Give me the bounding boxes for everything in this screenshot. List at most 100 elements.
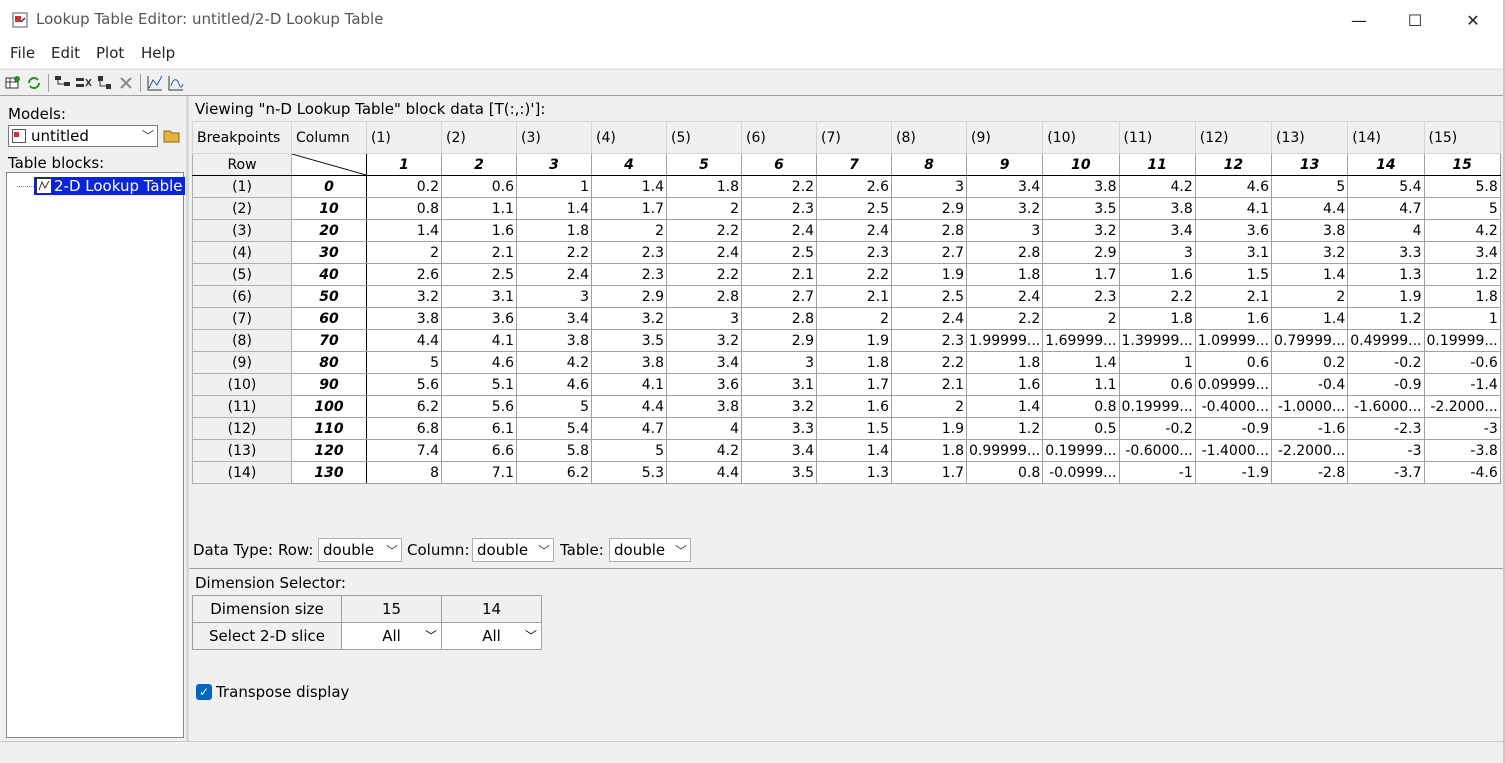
table-value-cell[interactable]: 3 bbox=[516, 285, 592, 308]
remove-row-icon[interactable] bbox=[75, 74, 93, 92]
row-index-cell[interactable]: (14) bbox=[192, 461, 292, 484]
table-value-cell[interactable]: 2.6 bbox=[366, 263, 442, 286]
table-value-cell[interactable]: 2.9 bbox=[741, 329, 817, 352]
table-value-cell[interactable]: 0.6 bbox=[1194, 351, 1273, 374]
table-value-cell[interactable]: 3.3 bbox=[1347, 241, 1425, 264]
table-value-cell[interactable]: 6.2 bbox=[366, 395, 442, 418]
row-type-select[interactable]: double ﹀ bbox=[318, 538, 402, 562]
table-value-cell[interactable]: 3.4 bbox=[965, 175, 1044, 198]
column-breakpoint-cell[interactable]: 12 bbox=[1194, 153, 1273, 176]
table-value-cell[interactable]: 0.49999... bbox=[1347, 329, 1425, 352]
table-value-cell[interactable]: 2.8 bbox=[965, 241, 1044, 264]
row-breakpoint-cell[interactable]: 110 bbox=[291, 417, 367, 440]
table-value-cell[interactable]: 1.4 bbox=[516, 197, 592, 220]
column-index-header[interactable]: (13) bbox=[1270, 121, 1349, 154]
table-value-cell[interactable]: 3.4 bbox=[516, 307, 592, 330]
row-index-cell[interactable]: (3) bbox=[192, 219, 292, 242]
table-value-cell[interactable]: 0.19999... bbox=[1042, 439, 1120, 462]
row-breakpoint-cell[interactable]: 120 bbox=[291, 439, 367, 462]
column-breakpoint-cell[interactable]: 15 bbox=[1423, 153, 1501, 176]
column-breakpoint-cell[interactable]: 9 bbox=[965, 153, 1044, 176]
table-value-cell[interactable]: 2.1 bbox=[816, 285, 892, 308]
table-value-cell[interactable]: 3 bbox=[1118, 241, 1196, 264]
maximize-button[interactable]: ☐ bbox=[1386, 0, 1444, 40]
table-value-cell[interactable]: -2.2000... bbox=[1423, 395, 1501, 418]
table-value-cell[interactable]: 0.2 bbox=[1270, 351, 1349, 374]
table-value-cell[interactable]: 8 bbox=[366, 461, 442, 484]
table-value-cell[interactable]: 5 bbox=[516, 395, 592, 418]
table-value-cell[interactable]: 1.7 bbox=[816, 373, 892, 396]
row-index-cell[interactable]: (1) bbox=[192, 175, 292, 198]
row-breakpoint-cell[interactable]: 70 bbox=[291, 329, 367, 352]
table-value-cell[interactable]: 5.6 bbox=[366, 373, 442, 396]
column-breakpoint-cell[interactable]: 14 bbox=[1347, 153, 1425, 176]
line-plot-icon[interactable] bbox=[146, 74, 164, 92]
tree-item-2d-lookup-table[interactable]: 2-D Lookup Table bbox=[34, 177, 185, 195]
row-index-cell[interactable]: (12) bbox=[192, 417, 292, 440]
table-value-cell[interactable]: 1.8 bbox=[666, 175, 742, 198]
vertical-splitter[interactable] bbox=[186, 96, 189, 741]
table-value-cell[interactable]: 0.6 bbox=[441, 175, 517, 198]
table-value-cell[interactable]: -0.4 bbox=[1270, 373, 1349, 396]
table-value-cell[interactable]: 3.2 bbox=[1042, 219, 1120, 242]
table-value-cell[interactable]: 3.6 bbox=[441, 307, 517, 330]
table-value-cell[interactable]: 5.4 bbox=[1347, 175, 1425, 198]
mesh-plot-icon[interactable] bbox=[167, 74, 185, 92]
table-value-cell[interactable]: 1.4 bbox=[816, 439, 892, 462]
table-value-cell[interactable]: 2.3 bbox=[891, 329, 967, 352]
table-value-cell[interactable]: 1.6 bbox=[965, 373, 1044, 396]
column-type-select[interactable]: double ﹀ bbox=[472, 538, 554, 562]
column-breakpoint-cell[interactable]: 2 bbox=[441, 153, 517, 176]
refresh-icon[interactable] bbox=[25, 74, 43, 92]
menu-edit[interactable]: Edit bbox=[51, 44, 80, 62]
table-value-cell[interactable]: 1.4 bbox=[1042, 351, 1120, 374]
table-value-cell[interactable]: 4.4 bbox=[366, 329, 442, 352]
table-value-cell[interactable]: 2.2 bbox=[516, 241, 592, 264]
table-value-cell[interactable]: 1.8 bbox=[965, 263, 1044, 286]
table-value-cell[interactable]: 2.7 bbox=[891, 241, 967, 264]
table-value-cell[interactable]: 2.4 bbox=[965, 285, 1044, 308]
table-value-cell[interactable]: 0.8 bbox=[1042, 395, 1120, 418]
table-value-cell[interactable]: 1.7 bbox=[891, 461, 967, 484]
table-value-cell[interactable]: 4.2 bbox=[516, 351, 592, 374]
column-breakpoint-cell[interactable]: 11 bbox=[1118, 153, 1196, 176]
table-value-cell[interactable]: 0.8 bbox=[965, 461, 1044, 484]
table-value-cell[interactable]: 2.9 bbox=[891, 197, 967, 220]
table-value-cell[interactable]: 4.2 bbox=[666, 439, 742, 462]
row-index-cell[interactable]: (7) bbox=[192, 307, 292, 330]
table-value-cell[interactable]: 2 bbox=[1042, 307, 1120, 330]
table-value-cell[interactable]: 2 bbox=[1270, 285, 1349, 308]
table-value-cell[interactable]: 1.4 bbox=[1270, 307, 1349, 330]
table-type-select[interactable]: double ﹀ bbox=[609, 538, 691, 562]
column-index-header[interactable]: (9) bbox=[965, 121, 1044, 154]
table-value-cell[interactable]: 4.4 bbox=[1270, 197, 1349, 220]
table-value-cell[interactable]: 3.8 bbox=[1118, 197, 1196, 220]
table-value-cell[interactable]: 4.6 bbox=[441, 351, 517, 374]
table-value-cell[interactable]: 2.4 bbox=[891, 307, 967, 330]
table-value-cell[interactable]: 4.1 bbox=[591, 373, 667, 396]
column-index-header[interactable]: (11) bbox=[1118, 121, 1196, 154]
table-value-cell[interactable]: 2.8 bbox=[666, 285, 742, 308]
table-value-cell[interactable]: 3.1 bbox=[441, 285, 517, 308]
table-value-cell[interactable]: 3.2 bbox=[741, 395, 817, 418]
transpose-checkbox[interactable]: ✓ bbox=[196, 684, 212, 700]
column-breakpoint-cell[interactable]: 6 bbox=[741, 153, 817, 176]
row-index-cell[interactable]: (5) bbox=[192, 263, 292, 286]
column-index-header[interactable]: (1) bbox=[366, 121, 442, 154]
table-value-cell[interactable]: 0.19999... bbox=[1118, 395, 1196, 418]
table-value-cell[interactable]: 1.9 bbox=[816, 329, 892, 352]
table-value-cell[interactable]: 0.09999... bbox=[1194, 373, 1273, 396]
table-value-cell[interactable]: 4 bbox=[666, 417, 742, 440]
row-breakpoint-cell[interactable]: 80 bbox=[291, 351, 367, 374]
table-value-cell[interactable]: -1.6 bbox=[1270, 417, 1349, 440]
table-value-cell[interactable]: 2.8 bbox=[891, 219, 967, 242]
column-breakpoint-cell[interactable]: 3 bbox=[516, 153, 592, 176]
table-value-cell[interactable]: 1.8 bbox=[816, 351, 892, 374]
column-index-header[interactable]: (6) bbox=[741, 121, 817, 154]
slice-select-2[interactable]: All ﹀ bbox=[441, 622, 542, 650]
table-value-cell[interactable]: 2.5 bbox=[741, 241, 817, 264]
table-value-cell[interactable]: 1.1 bbox=[1042, 373, 1120, 396]
table-value-cell[interactable]: -3 bbox=[1347, 439, 1425, 462]
table-value-cell[interactable]: 3.8 bbox=[1042, 175, 1120, 198]
table-value-cell[interactable]: 0.79999... bbox=[1270, 329, 1349, 352]
